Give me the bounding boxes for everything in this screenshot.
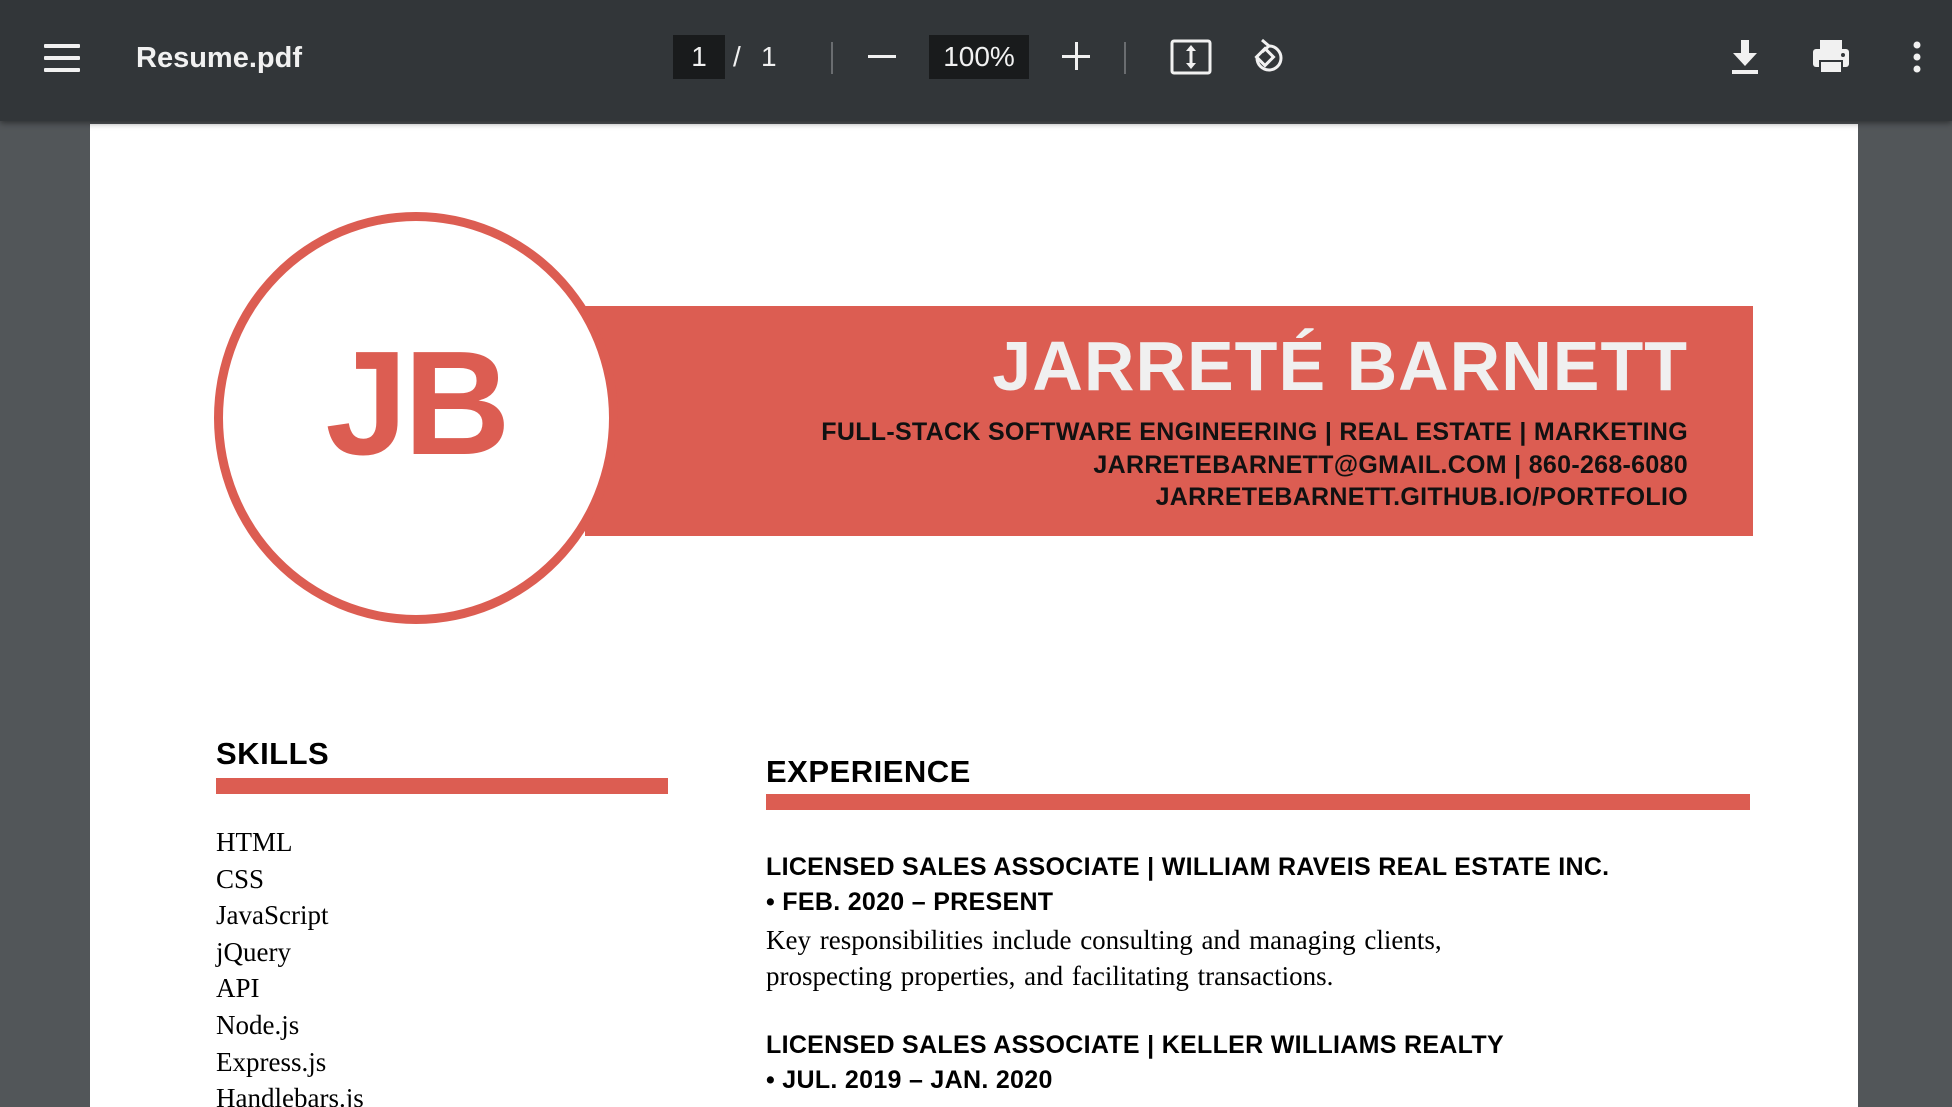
fit-page-icon[interactable] — [1168, 34, 1214, 80]
zoom-level-input[interactable] — [929, 35, 1029, 79]
page-separator: / — [733, 41, 741, 72]
more-vert-icon[interactable] — [1894, 34, 1942, 80]
job-description: Key responsibilities include consulting … — [766, 922, 1746, 994]
job-dates: • FEB. 2020 – PRESENT — [766, 888, 1054, 916]
skills-divider — [216, 778, 668, 794]
experience-heading: EXPERIENCE — [766, 754, 971, 789]
toolbar-divider — [1124, 42, 1126, 74]
experience-divider — [766, 794, 1750, 810]
job-entry: LICENSED SALES ASSOCIATE | KELLER WILLIA… — [766, 1028, 1746, 1098]
toolbar-divider — [831, 42, 833, 74]
resume-name: JARRETÉ BARNETT — [992, 327, 1688, 405]
total-pages: 1 — [761, 41, 777, 72]
skill-item: API — [216, 973, 260, 1004]
skill-item: CSS — [216, 863, 265, 894]
job-description-line: prospecting properties, and facilitating… — [766, 961, 1334, 991]
zoom-out-icon[interactable] — [862, 36, 902, 76]
skill-item: Handlebars.js — [216, 1083, 364, 1107]
skill-item: jQuery — [216, 936, 291, 967]
job-entry: LICENSED SALES ASSOCIATE | WILLIAM RAVEI… — [766, 850, 1746, 994]
job-title: LICENSED SALES ASSOCIATE | KELLER WILLIA… — [766, 1031, 1504, 1059]
rotate-icon[interactable] — [1246, 34, 1292, 80]
monogram-initials: JB — [325, 321, 510, 486]
job-dates: • JUL. 2019 – JAN. 2020 — [766, 1066, 1053, 1094]
print-icon[interactable] — [1808, 34, 1854, 80]
pdf-toolbar: Resume.pdf / 1 — [0, 0, 1952, 121]
skill-item: HTML — [216, 827, 293, 857]
job-description-line: Key responsibilities include consulting … — [766, 925, 1442, 955]
job-title: LICENSED SALES ASSOCIATE | WILLIAM RAVEI… — [766, 853, 1610, 881]
download-icon[interactable] — [1722, 34, 1768, 80]
resume-tagline: FULL-STACK SOFTWARE ENGINEERING | REAL E… — [821, 418, 1688, 446]
skills-list: HTML CSS JavaScript jQuery API Node.js E… — [216, 824, 364, 1107]
resume-contact: JARRETEBARNETT@GMAIL.COM | 860-268-6080 — [1093, 451, 1688, 479]
pdf-page: JB JARRETÉ BARNETT FULL-STACK SOFTWARE E… — [90, 124, 1858, 1107]
menu-icon[interactable] — [40, 40, 84, 76]
skill-item: JavaScript — [216, 900, 329, 931]
page-number-input[interactable] — [673, 35, 725, 79]
zoom-in-icon[interactable] — [1056, 36, 1096, 76]
skill-item: Express.js — [216, 1046, 327, 1077]
file-title: Resume.pdf — [136, 42, 302, 74]
skills-heading: SKILLS — [216, 736, 330, 771]
resume-portfolio: JARRETEBARNETT.GITHUB.IO/PORTFOLIO — [1155, 483, 1688, 511]
skill-item: Node.js — [216, 1009, 300, 1040]
